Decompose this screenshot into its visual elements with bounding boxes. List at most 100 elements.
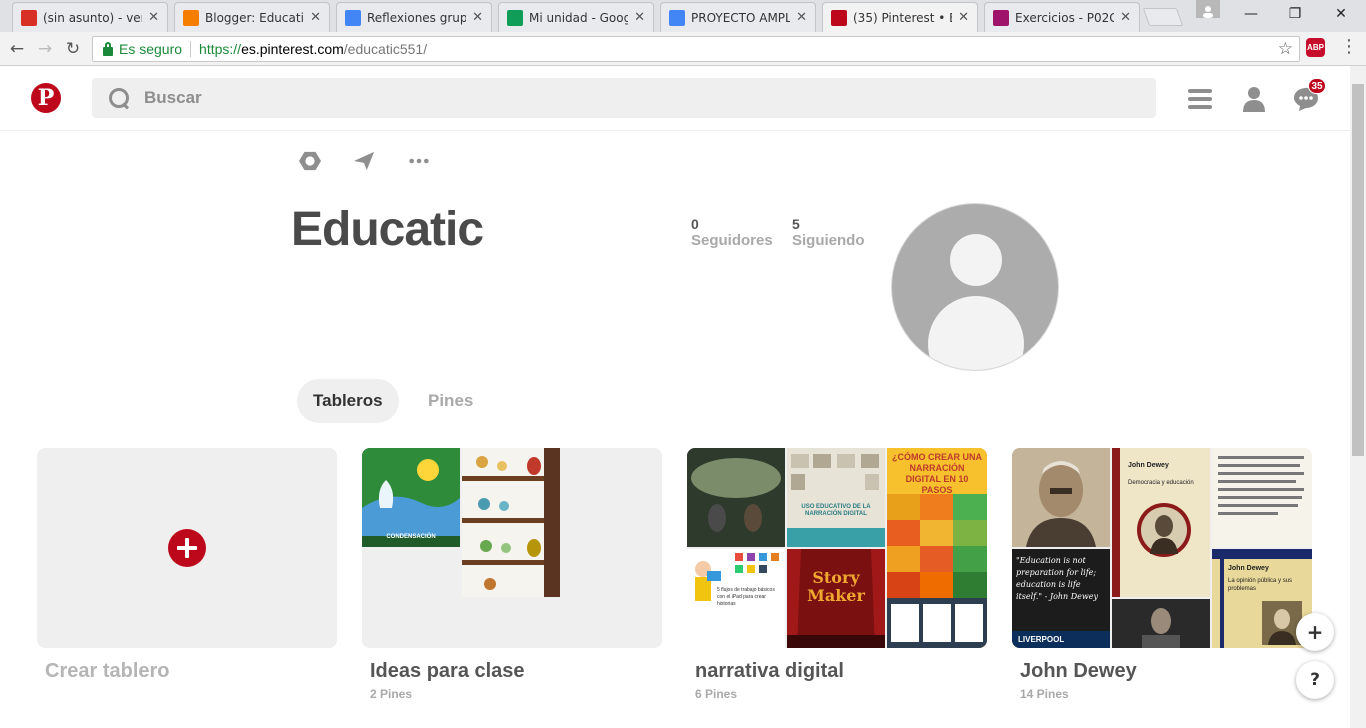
add-pin-button[interactable]: + (1296, 613, 1334, 651)
book1-title: Democracia y educación (1128, 480, 1194, 486)
bookmark-star-icon[interactable]: ☆ (1278, 39, 1293, 59)
story-maker-thumbnail: Story Maker (787, 549, 885, 648)
user-profile-icon[interactable] (1241, 86, 1267, 112)
adblock-plus-icon[interactable]: ABP (1306, 38, 1325, 57)
new-tab-button[interactable] (1142, 8, 1184, 26)
settings-hexagon-icon[interactable] (297, 150, 323, 172)
avatar-head (950, 234, 1002, 286)
close-tab-icon[interactable]: ✕ (472, 10, 483, 25)
pinterest-icon (831, 9, 847, 26)
docs-icon (669, 9, 685, 26)
water-cycle-thumbnail: CONDENSACIÓN (362, 448, 460, 547)
followers-label: Seguidores (691, 232, 773, 249)
browser-tab-strip: (sin asunto) - veron✕Blogger: Educatic -… (0, 0, 1366, 32)
browser-menu-icon[interactable]: ⋮ (1340, 36, 1358, 57)
pinterest-header: P Buscar (0, 66, 1350, 131)
divider (190, 41, 192, 57)
narracion-steps-thumbnail: ¿CÓMO CREAR UNA NARRACIÓN DIGITAL EN 10 … (887, 448, 987, 648)
gmail-icon (21, 9, 37, 26)
profile-icon[interactable] (1196, 0, 1220, 18)
dewey-text-thumbnail (1212, 448, 1312, 547)
close-tab-icon[interactable]: ✕ (1120, 10, 1131, 25)
tab-title: (sin asunto) - veron (43, 10, 142, 25)
lock-icon (103, 41, 113, 56)
book1-author: John Dewey (1128, 462, 1169, 469)
followers-stat[interactable]: 0 Seguidores (691, 216, 773, 249)
scrollbar-thumb[interactable] (1352, 84, 1364, 456)
search-input[interactable]: Buscar (92, 78, 1156, 118)
close-tab-icon[interactable]: ✕ (958, 10, 969, 25)
board-cover[interactable]: 5 flujos de trabajo básicos con el iPad … (687, 448, 987, 648)
board-name[interactable]: Crear tablero (45, 660, 337, 683)
restore-icon[interactable]: ❐ (1272, 0, 1318, 28)
board-pin-count: 14 Pines (1020, 687, 1069, 701)
dewey-quote-thumbnail: "Education is not preparation for life; … (1012, 549, 1110, 648)
browser-tab[interactable]: Blogger: Educatic - ✕ (174, 2, 330, 32)
board-cover[interactable]: "Education is not preparation for life; … (1012, 448, 1312, 648)
close-tab-icon[interactable]: ✕ (310, 10, 321, 25)
condensacion-label: CONDENSACIÓN (386, 534, 436, 540)
feather-icon (993, 9, 1009, 26)
menu-icon[interactable] (1187, 86, 1213, 112)
avatar[interactable] (891, 203, 1059, 371)
board-name[interactable]: narrativa digital (695, 660, 987, 683)
url-scheme: https:// (199, 41, 242, 57)
help-button[interactable]: ? (1296, 661, 1334, 699)
narracion-caption: ¿CÓMO CREAR UNA NARRACIÓN DIGITAL EN 10 … (892, 452, 982, 495)
tab-title: Reflexiones grupale (367, 10, 467, 25)
blogger-icon (183, 9, 199, 26)
flujos-caption: 5 flujos de trabajo básicos con el iPad … (717, 587, 775, 607)
notification-badge: 35 (1308, 78, 1326, 94)
board-cover[interactable]: CONDENSACIÓN (362, 448, 662, 648)
liverpool-banner: LIVERPOOL (1012, 631, 1110, 648)
uso-educativo-thumbnail: USO EDUCATIVO DE LA NARRACIÓN DIGITAL (787, 448, 885, 547)
browser-tab[interactable]: PROYECTO AMPLIF ✕ (660, 2, 816, 32)
pinterest-logo-icon[interactable]: P (31, 83, 61, 113)
close-tab-icon[interactable]: ✕ (148, 10, 159, 25)
close-tab-icon[interactable]: ✕ (634, 10, 645, 25)
tab-boards[interactable]: Tableros (297, 379, 399, 423)
address-bar[interactable]: Es seguro https://es.pinterest.com/educa… (92, 36, 1300, 62)
tab-title: Exercicios - P02G1 (1015, 10, 1115, 25)
send-icon[interactable] (351, 150, 377, 172)
more-options-icon[interactable] (406, 150, 432, 172)
browser-tab[interactable]: (35) Pinterest • El c ✕ (822, 2, 978, 32)
reload-icon[interactable]: ↻ (62, 38, 84, 60)
url-path: /educatic551/ (343, 41, 428, 57)
back-icon[interactable]: ← (6, 38, 28, 60)
close-tab-icon[interactable]: ✕ (796, 10, 807, 25)
following-label: Siguiendo (792, 232, 865, 249)
empty-tile (462, 599, 560, 648)
dewey-quote-text: "Education is not preparation for life; … (1016, 556, 1098, 601)
board-name[interactable]: Ideas para clase (370, 660, 662, 683)
profile-name: Educatic (291, 203, 484, 256)
board-pin-count: 6 Pines (695, 687, 738, 701)
board-cover[interactable] (37, 448, 337, 648)
browser-tab[interactable]: (sin asunto) - veron ✕ (12, 2, 168, 32)
add-board-icon[interactable] (168, 529, 206, 567)
ipad-workflow-thumbnail: 5 flujos de trabajo básicos con el iPad … (687, 549, 785, 648)
followers-count: 0 (691, 216, 699, 232)
empty-tile (562, 448, 662, 547)
board-john-dewey[interactable]: "Education is not preparation for life; … (1012, 448, 1312, 701)
following-stat[interactable]: 5 Siguiendo (792, 216, 865, 249)
browser-tab[interactable]: Mi unidad - Googl ✕ (498, 2, 654, 32)
board-name[interactable]: John Dewey (1020, 660, 1312, 683)
close-window-icon[interactable]: ✕ (1318, 0, 1364, 28)
board-create[interactable]: Crear tablero (37, 448, 337, 683)
empty-tile (562, 549, 662, 648)
tab-title: PROYECTO AMPLIF (691, 10, 791, 25)
board-narrativa-digital[interactable]: 5 flujos de trabajo básicos con el iPad … (687, 448, 987, 701)
search-icon (108, 87, 130, 109)
browser-tab[interactable]: Exercicios - P02G1 ✕ (984, 2, 1140, 32)
browser-toolbar: ← → ↻ Es seguro https://es.pinterest.com… (0, 32, 1366, 66)
secure-label: Es seguro (119, 41, 183, 57)
forward-icon[interactable]: → (34, 38, 56, 60)
browser-tab[interactable]: Reflexiones grupale ✕ (336, 2, 492, 32)
democracia-book-thumbnail: John Dewey Democracia y educación (1112, 448, 1210, 597)
board-ideas-para-clase[interactable]: CONDENSACIÓN Ideas para clase 2 Pines (362, 448, 662, 701)
uso-educativo-caption: USO EDUCATIVO DE LA NARRACIÓN DIGITAL (801, 504, 871, 517)
dewey-portrait-thumbnail (1012, 448, 1110, 547)
minimize-icon[interactable]: — (1228, 0, 1274, 28)
tab-pins[interactable]: Pines (412, 379, 489, 423)
